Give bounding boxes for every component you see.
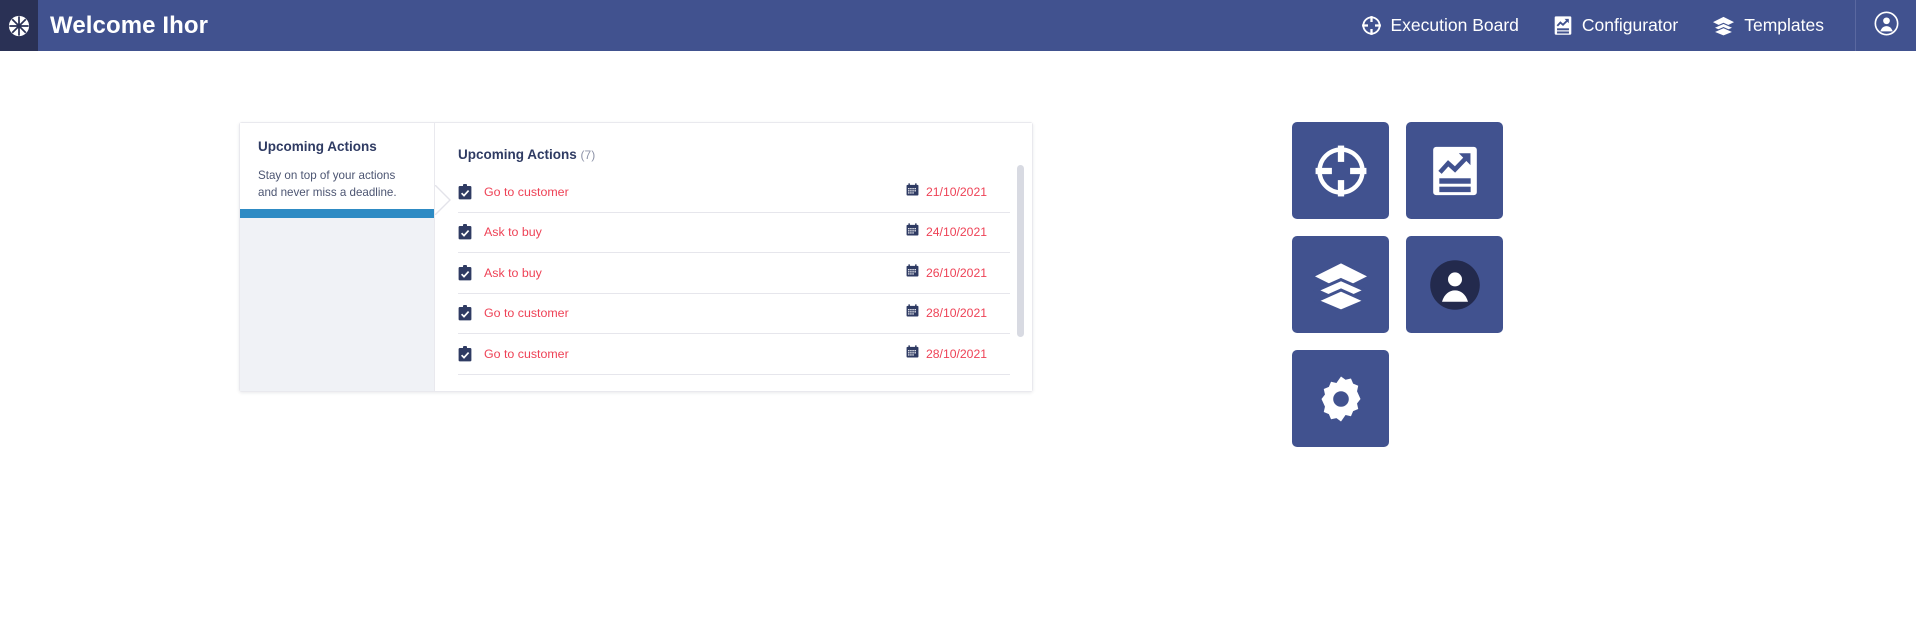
action-date-group: 21/10/2021: [906, 183, 1010, 201]
action-date-group: 26/10/2021: [906, 264, 1010, 282]
scrollbar-thumb[interactable]: [1017, 165, 1024, 337]
crosshair-target-icon: [1313, 143, 1369, 199]
app-logo[interactable]: [0, 0, 38, 51]
page-title: Welcome Ihor: [50, 11, 209, 39]
clipboard-check-icon: [458, 224, 484, 240]
calendar-icon: [906, 345, 919, 363]
nav-item-execution-board[interactable]: Execution Board: [1344, 0, 1536, 51]
gear-icon: [1315, 373, 1367, 425]
calendar-icon: [906, 304, 919, 322]
crosshair-target-icon: [1361, 15, 1382, 36]
action-date: 21/10/2021: [926, 184, 987, 199]
action-date: 26/10/2021: [926, 265, 987, 280]
nav-item-templates[interactable]: Templates: [1695, 0, 1841, 51]
table-row[interactable]: Ask to buy: [458, 213, 1010, 253]
intro-body-area: [240, 218, 434, 391]
actions-list-pane: Upcoming Actions (7) Go to customer 21/1…: [435, 123, 1032, 391]
flower-wheel-logo-icon: [8, 15, 30, 37]
action-label: Go to customer: [484, 184, 569, 199]
intro-pane: Upcoming Actions Stay on top of your act…: [240, 123, 435, 391]
user-avatar-button[interactable]: [1856, 0, 1916, 51]
execution-board-tile[interactable]: [1292, 122, 1389, 219]
actions-count-badge: (7): [580, 148, 596, 162]
calendar-icon: [906, 183, 919, 201]
table-row[interactable]: Go to customer: [458, 172, 1010, 213]
actions-list-header: Upcoming Actions (7): [435, 147, 1032, 162]
nav-label-templates: Templates: [1744, 15, 1824, 35]
table-row[interactable]: Go to customer: [458, 375, 1010, 385]
profile-tile[interactable]: [1406, 236, 1503, 333]
action-date: 24/10/2021: [926, 225, 987, 240]
action-label: Ask to buy: [484, 225, 542, 240]
action-date: 28/10/2021: [926, 346, 987, 361]
clipboard-check-icon: [458, 305, 484, 321]
clipboard-check-icon: [458, 183, 484, 200]
nav-label-configurator: Configurator: [1581, 15, 1679, 35]
top-navigation-bar: Welcome Ihor Execution Board Configurato…: [0, 0, 1916, 51]
configurator-tile[interactable]: [1406, 122, 1503, 219]
action-date-group: 24/10/2021: [906, 223, 1010, 241]
nav-label-execution-board: Execution Board: [1390, 15, 1519, 35]
templates-tile[interactable]: [1292, 236, 1389, 333]
calendar-icon: [906, 223, 919, 241]
action-label: Ask to buy: [484, 265, 542, 280]
user-circle-icon: [1874, 11, 1899, 41]
actions-list-scroll[interactable]: Go to customer 21/10/2021 Ask to buy 24/…: [435, 172, 1032, 384]
dashboard-area: Upcoming Actions Stay on top of your act…: [239, 122, 1033, 392]
upcoming-actions-card: Upcoming Actions Stay on top of your act…: [239, 122, 1033, 392]
action-label: Go to customer: [484, 306, 569, 321]
user-circle-icon: [1429, 259, 1481, 311]
table-row[interactable]: Ask to buy: [458, 253, 1010, 294]
chart-document-icon: [1430, 143, 1480, 199]
intro-description: Stay on top of your actions and never mi…: [258, 169, 397, 199]
intro-top: Upcoming Actions Stay on top of your act…: [240, 123, 434, 209]
layers-stack-icon: [1312, 259, 1370, 311]
action-label: Go to customer: [484, 346, 569, 361]
clipboard-check-icon: [458, 264, 484, 281]
action-date-group: 28/10/2021: [906, 345, 1010, 363]
table-row[interactable]: Go to customer: [458, 334, 1010, 375]
action-date-group: 28/10/2021: [906, 304, 1010, 322]
chart-document-icon: [1553, 15, 1573, 36]
intro-accent-bar: [240, 209, 434, 218]
nav-item-configurator[interactable]: Configurator: [1536, 0, 1695, 51]
table-row[interactable]: Go to customer: [458, 294, 1010, 334]
nav-items: Execution Board Configurator Templates: [1344, 0, 1916, 51]
settings-tile[interactable]: [1292, 350, 1389, 447]
quick-action-tiles: [1292, 122, 1597, 447]
calendar-icon: [906, 264, 919, 282]
intro-title: Upcoming Actions: [258, 139, 377, 154]
vertical-scrollbar[interactable]: [1017, 165, 1024, 362]
layers-stack-icon: [1712, 15, 1735, 36]
actions-list-title: Upcoming Actions: [458, 147, 577, 162]
action-date: 28/10/2021: [926, 306, 987, 321]
clipboard-check-icon: [458, 345, 484, 362]
